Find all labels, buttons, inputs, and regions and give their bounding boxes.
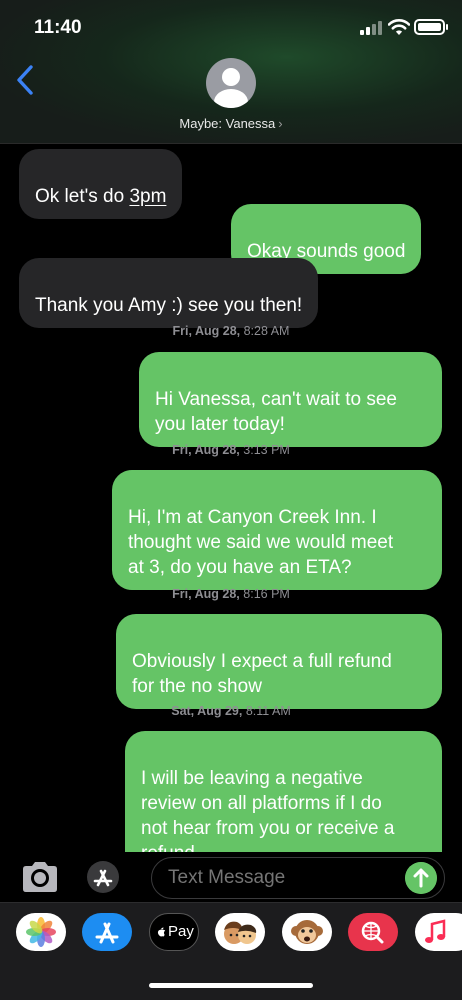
conversation-header: 11:40 Maybe: Vanessa › — [0, 0, 462, 144]
message-bubble[interactable]: Obviously I expect a full refund for the… — [116, 614, 442, 709]
messages-screen: 11:40 Maybe: Vanessa › Ok let's do 3pm O… — [0, 0, 462, 1000]
battery-icon — [414, 19, 448, 35]
animoji-app-button[interactable] — [282, 913, 332, 951]
animoji-icon — [291, 920, 323, 944]
message-bubble[interactable]: Thank you Amy :) see you then! — [19, 258, 319, 328]
message-bubble[interactable]: Hi Vanessa, can't wait to see you later … — [139, 352, 442, 447]
text-message-input[interactable] — [151, 857, 445, 899]
contact-avatar[interactable] — [206, 58, 256, 108]
search-app-button[interactable] — [348, 913, 398, 951]
timestamp: Sat, Aug 29, 8:11 AM — [171, 704, 291, 718]
message-thread: Ok let's do 3pm Okay sounds good Thank y… — [0, 144, 462, 852]
photos-icon — [26, 917, 56, 947]
apple-pay-label: Pay — [168, 923, 194, 940]
contact-name-row[interactable]: Maybe: Vanessa › — [0, 116, 462, 131]
contact-name: Maybe: Vanessa — [179, 116, 276, 131]
timestamp: Fri, Aug 28, 8:16 PM — [172, 587, 290, 601]
message-text: Hi Vanessa, can't wait to see you later … — [155, 389, 397, 435]
message-bubble[interactable]: Ok let's do 3pm — [19, 149, 183, 219]
memoji-app-button[interactable] — [215, 913, 265, 951]
app-store-icon — [95, 922, 119, 944]
message-text: Thank you Amy :) see you then! — [35, 295, 303, 316]
music-icon — [425, 919, 446, 943]
status-time: 11:40 — [34, 17, 82, 38]
wifi-icon — [388, 19, 410, 35]
memoji-icon — [224, 921, 257, 944]
message-text: Obviously I expect a full refund for the… — [132, 651, 392, 697]
photos-app-button[interactable] — [16, 913, 66, 951]
compose-bar — [0, 852, 462, 902]
home-indicator[interactable] — [149, 983, 313, 988]
time-detected-link[interactable]: 3pm — [129, 186, 166, 207]
timestamp: Fri, Aug 28, 8:28 AM — [172, 324, 290, 338]
message-bubble[interactable]: I will be leaving a negative review on a… — [125, 731, 442, 852]
back-chevron-icon[interactable] — [12, 64, 40, 96]
message-text: I will be leaving a negative review on a… — [141, 768, 395, 852]
app-store-button-icon[interactable] — [86, 860, 120, 894]
app-store-app-button[interactable] — [82, 913, 132, 951]
chevron-right-icon: › — [278, 116, 283, 131]
camera-icon[interactable] — [20, 860, 60, 894]
timestamp: Fri, Aug 28, 3:13 PM — [172, 443, 290, 457]
message-text: Ok let's do — [35, 186, 130, 207]
apple-pay-icon — [157, 927, 166, 937]
message-bubble[interactable]: Hi, I'm at Canyon Creek Inn. I thought w… — [112, 470, 442, 590]
cellular-signal-icon — [360, 21, 382, 35]
web-search-icon — [361, 921, 384, 944]
send-button[interactable] — [405, 862, 437, 894]
apple-pay-app-button[interactable]: Pay — [149, 913, 199, 951]
message-text: Hi, I'm at Canyon Creek Inn. I thought w… — [128, 507, 394, 578]
music-app-button[interactable] — [415, 913, 462, 951]
